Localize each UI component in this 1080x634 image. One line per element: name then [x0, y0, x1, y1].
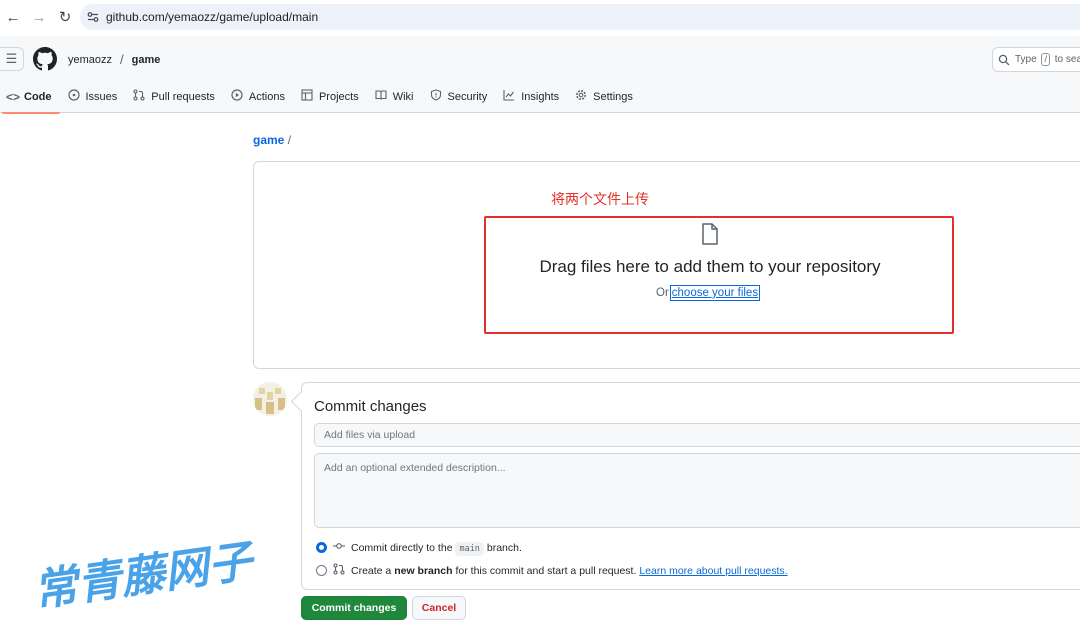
- or-text: Or: [656, 287, 669, 299]
- path-separator: /: [287, 133, 292, 147]
- git-commit-icon: [333, 541, 345, 554]
- github-logo-icon[interactable]: [33, 47, 57, 71]
- browser-toolbar: ← → ↻ github.com/yemaozz/game/upload/mai…: [0, 0, 1080, 34]
- tab-label: Security: [447, 90, 488, 103]
- tab-wiki[interactable]: Wiki: [367, 80, 422, 113]
- code-icon: <>: [6, 89, 21, 104]
- tab-pull-requests[interactable]: Pull requests: [125, 80, 223, 113]
- search-input[interactable]: Type / to sea: [992, 47, 1080, 72]
- commit-direct-option[interactable]: Commit directly to the main branch.: [316, 541, 522, 556]
- book-icon: [375, 89, 387, 104]
- site-settings-icon[interactable]: [80, 11, 106, 23]
- play-icon: [231, 89, 243, 104]
- table-icon: [301, 89, 313, 104]
- commit-description-input[interactable]: [314, 453, 1080, 528]
- file-icon: [702, 223, 718, 245]
- repo-breadcrumb: yemaozz / game: [68, 52, 160, 67]
- tab-label: Code: [24, 90, 52, 103]
- address-bar[interactable]: github.com/yemaozz/game/upload/main: [80, 4, 1080, 30]
- tab-label: Insights: [521, 90, 560, 103]
- choose-files-link[interactable]: choose your files: [669, 285, 761, 301]
- tab-label: Wiki: [392, 90, 414, 103]
- owner-link[interactable]: yemaozz: [68, 54, 112, 66]
- repo-header: ☰ yemaozz / game Type / to sea <> Code I…: [0, 36, 1080, 114]
- tab-code[interactable]: <> Code: [0, 80, 60, 114]
- watermark-logo: 常青藤网子: [29, 534, 261, 612]
- new-branch-option[interactable]: Create a new branch for this commit and …: [316, 563, 788, 578]
- tab-actions[interactable]: Actions: [223, 80, 293, 113]
- git-pull-request-icon: [133, 89, 145, 104]
- file-path-breadcrumb: game /: [253, 133, 291, 147]
- tab-label: Issues: [85, 90, 118, 103]
- tab-insights[interactable]: Insights: [495, 80, 567, 113]
- commit-direct-label: Commit directly to the main branch.: [351, 541, 522, 556]
- commit-direct-radio[interactable]: [316, 542, 327, 553]
- annotation-text: 将两个文件上传: [551, 192, 649, 208]
- commit-summary-input[interactable]: [314, 423, 1080, 447]
- forward-arrow-icon[interactable]: →: [26, 4, 52, 30]
- reload-icon[interactable]: ↻: [52, 4, 78, 30]
- hamburger-menu-icon[interactable]: ☰: [0, 47, 24, 71]
- path-repo-link[interactable]: game: [253, 133, 284, 147]
- repo-link[interactable]: game: [132, 54, 161, 66]
- breadcrumb-separator: /: [120, 52, 124, 67]
- new-branch-label: Create a new branch for this commit and …: [351, 564, 788, 577]
- tab-label: Pull requests: [151, 90, 215, 103]
- drop-zone-subtitle: Or choose your files: [656, 285, 761, 301]
- gear-icon: [575, 89, 587, 104]
- tab-settings[interactable]: Settings: [567, 80, 641, 113]
- tab-label: Projects: [318, 90, 359, 103]
- watermark-text: 常青藤网子: [30, 535, 259, 612]
- new-branch-radio[interactable]: [316, 565, 327, 576]
- avatar: [253, 382, 287, 416]
- url-text[interactable]: github.com/yemaozz/game/upload/main: [106, 10, 318, 24]
- back-arrow-icon[interactable]: ←: [0, 4, 26, 30]
- search-icon: [998, 54, 1010, 65]
- commit-changes-button[interactable]: Commit changes: [301, 596, 407, 620]
- learn-more-link[interactable]: Learn more about pull requests.: [639, 565, 787, 577]
- graph-icon: [503, 89, 515, 104]
- git-pull-request-icon: [333, 563, 345, 578]
- drop-zone-title: Drag files here to add them to your repo…: [539, 257, 881, 276]
- issue-opened-icon: [67, 89, 80, 104]
- branch-name-chip: main: [455, 541, 484, 556]
- search-shortcut-key: /: [1041, 53, 1050, 66]
- shield-icon: [430, 89, 442, 104]
- cancel-button[interactable]: Cancel: [412, 596, 466, 620]
- commit-title: Commit changes: [314, 398, 427, 415]
- tab-projects[interactable]: Projects: [293, 80, 367, 113]
- tab-label: Actions: [248, 90, 285, 103]
- search-placeholder: Type / to sea: [1015, 53, 1080, 66]
- repo-nav-tabs: <> Code Issues Pull requests Actions Pro…: [0, 80, 641, 114]
- tab-issues[interactable]: Issues: [60, 80, 126, 113]
- tab-security[interactable]: Security: [422, 80, 496, 113]
- tab-label: Settings: [593, 90, 633, 103]
